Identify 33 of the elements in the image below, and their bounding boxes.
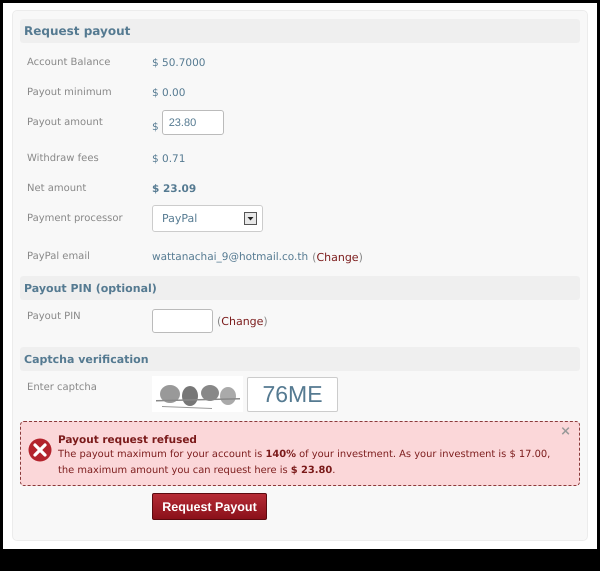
- error-message: The payout maximum for your account is 140% of your investment. As your investment is $ 17.00, the maximum amount you can request here is $ 23.80.: [58, 448, 552, 478]
- field-label: Withdraw fees: [27, 152, 100, 166]
- section-header: Captcha verification: [20, 347, 580, 371]
- processor-select[interactable]: PayPal: [152, 205, 263, 232]
- request-payout-button[interactable]: Request Payout: [152, 493, 267, 520]
- amount-input[interactable]: 23.80: [162, 110, 224, 135]
- field-value: $ 50.7000: [152, 56, 206, 70]
- field-label: PayPal email: [27, 250, 91, 264]
- email-value: wattanachai_9@hotmail.co.th: [152, 250, 308, 264]
- field-label: Account Balance: [27, 56, 112, 70]
- field-value: $ 23.09: [152, 182, 196, 196]
- section-header: Payout PIN (optional): [20, 276, 580, 300]
- error-title: Payout request refused: [58, 434, 197, 446]
- field-value: $ 0.00: [152, 86, 186, 100]
- field-label: Enter captcha: [27, 381, 98, 395]
- field-label: Payment processor: [27, 212, 124, 226]
- pin-input[interactable]: [152, 309, 213, 333]
- change-link[interactable]: Change: [221, 314, 264, 328]
- field-label: Net amount: [27, 182, 88, 196]
- field-label: Payout amount: [27, 116, 104, 130]
- open-paren: (: [217, 314, 222, 328]
- field-label: Payout PIN: [27, 310, 82, 324]
- section-header: Request payout: [20, 19, 580, 43]
- close-paren: ): [263, 314, 268, 328]
- open-paren: (: [312, 250, 316, 264]
- field-value: $ 0.71: [152, 152, 186, 166]
- currency-symbol: $: [152, 120, 159, 134]
- close-paren: ): [358, 250, 363, 264]
- captcha-input[interactable]: 76ME: [247, 376, 338, 412]
- field-label: Payout minimum: [27, 86, 113, 100]
- error-icon: [28, 438, 52, 462]
- change-link[interactable]: Change: [316, 250, 359, 264]
- dropdown-icon: [244, 212, 257, 225]
